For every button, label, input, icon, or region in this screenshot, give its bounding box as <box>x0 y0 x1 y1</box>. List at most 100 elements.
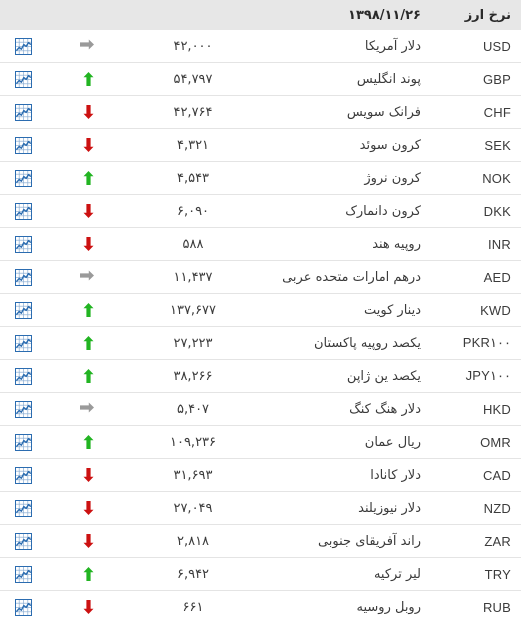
table-row: DKKکرون دانمارک۶,۰۹۰ <box>0 195 521 228</box>
currency-rate-value: ۴۲,۷۶۴ <box>120 96 266 129</box>
chart-link-cell[interactable] <box>0 393 56 426</box>
currency-code: HKD <box>431 393 521 426</box>
arrow-down-icon <box>83 600 94 614</box>
currency-code: NOK <box>431 162 521 195</box>
chart-icon[interactable] <box>15 38 32 55</box>
currency-code: DKK <box>431 195 521 228</box>
chart-icon[interactable] <box>15 335 32 352</box>
chart-link-cell[interactable] <box>0 360 56 393</box>
chart-link-cell[interactable] <box>0 492 56 525</box>
chart-icon[interactable] <box>15 104 32 121</box>
arrow-up-icon <box>83 369 94 383</box>
currency-rate-value: ۴,۳۲۱ <box>120 129 266 162</box>
arrow-right-icon <box>83 270 94 284</box>
currency-name: لیر ترکیه <box>266 558 431 591</box>
chart-icon[interactable] <box>15 566 32 583</box>
currency-rate-value: ۶,۹۴۲ <box>120 558 266 591</box>
chart-icon[interactable] <box>15 533 32 550</box>
table-row: TRYلیر ترکیه۶,۹۴۲ <box>0 558 521 591</box>
currency-code: OMR <box>431 426 521 459</box>
table-row: AEDدرهم امارات متحده عربی۱۱,۴۳۷ <box>0 261 521 294</box>
trend-indicator <box>56 228 120 261</box>
chart-link-cell[interactable] <box>0 261 56 294</box>
chart-link-cell[interactable] <box>0 30 56 63</box>
trend-indicator <box>56 96 120 129</box>
chart-icon[interactable] <box>15 170 32 187</box>
currency-code: NZD <box>431 492 521 525</box>
table-row: RUBروبل روسیه۶۶۱ <box>0 591 521 623</box>
table-row: USDدلار آمریکا۴۲,۰۰۰ <box>0 30 521 63</box>
table-row: GBPپوند انگلیس۵۴,۷۹۷ <box>0 63 521 96</box>
chart-icon[interactable] <box>15 302 32 319</box>
table-row: INRروپیه هند۵۸۸ <box>0 228 521 261</box>
table-header: نرخ ارز ۱۳۹۸/۱۱/۲۶ <box>0 0 521 30</box>
chart-link-cell[interactable] <box>0 525 56 558</box>
chart-link-cell[interactable] <box>0 63 56 96</box>
chart-icon[interactable] <box>15 269 32 286</box>
chart-icon[interactable] <box>15 500 32 517</box>
currency-code: RUB <box>431 591 521 623</box>
trend-indicator <box>56 558 120 591</box>
arrow-up-icon <box>83 435 94 449</box>
table-row: KWDدینار کویت۱۳۷,۶۷۷ <box>0 294 521 327</box>
chart-icon[interactable] <box>15 599 32 616</box>
chart-link-cell[interactable] <box>0 459 56 492</box>
currency-name: دلار کانادا <box>266 459 431 492</box>
arrow-down-icon <box>83 204 94 218</box>
chart-link-cell[interactable] <box>0 195 56 228</box>
chart-icon[interactable] <box>15 368 32 385</box>
currency-code: JPY۱۰۰ <box>431 360 521 393</box>
currency-name: دینار کویت <box>266 294 431 327</box>
currency-code: TRY <box>431 558 521 591</box>
currency-rate-value: ۱۳۷,۶۷۷ <box>120 294 266 327</box>
chart-link-cell[interactable] <box>0 162 56 195</box>
currency-code: SEK <box>431 129 521 162</box>
currency-rate-value: ۶,۰۹۰ <box>120 195 266 228</box>
currency-rate-value: ۴,۵۴۳ <box>120 162 266 195</box>
arrow-down-icon <box>83 105 94 119</box>
currency-code: GBP <box>431 63 521 96</box>
table-row: OMRریال عمان۱۰۹,۲۳۶ <box>0 426 521 459</box>
chart-link-cell[interactable] <box>0 96 56 129</box>
table-row: ZARراند آفریقای جنوبی۲,۸۱۸ <box>0 525 521 558</box>
table-row: PKR۱۰۰یکصد روپیه پاکستان۲۷,۲۲۳ <box>0 327 521 360</box>
arrow-up-icon <box>83 567 94 581</box>
currency-name: دلار آمریکا <box>266 30 431 63</box>
trend-indicator <box>56 525 120 558</box>
currency-rate-value: ۵۴,۷۹۷ <box>120 63 266 96</box>
arrow-down-icon <box>83 138 94 152</box>
trend-indicator <box>56 30 120 63</box>
chart-icon[interactable] <box>15 401 32 418</box>
chart-icon[interactable] <box>15 467 32 484</box>
arrow-down-icon <box>83 237 94 251</box>
table-row: CHFفرانک سویس۴۲,۷۶۴ <box>0 96 521 129</box>
arrow-down-icon <box>83 534 94 548</box>
currency-rate-value: ۲۷,۰۴۹ <box>120 492 266 525</box>
currency-rate-value: ۵,۴۰۷ <box>120 393 266 426</box>
arrow-right-icon <box>83 402 94 416</box>
arrow-down-icon <box>83 501 94 515</box>
chart-link-cell[interactable] <box>0 591 56 623</box>
currency-name: ریال عمان <box>266 426 431 459</box>
exchange-rate-table: نرخ ارز ۱۳۹۸/۱۱/۲۶ USDدلار آمریکا۴۲,۰۰۰G… <box>0 0 521 623</box>
chart-icon[interactable] <box>15 71 32 88</box>
chart-link-cell[interactable] <box>0 129 56 162</box>
header-row: نرخ ارز ۱۳۹۸/۱۱/۲۶ <box>0 0 521 30</box>
chart-icon[interactable] <box>15 203 32 220</box>
chart-icon[interactable] <box>15 434 32 451</box>
chart-link-cell[interactable] <box>0 228 56 261</box>
table-body: USDدلار آمریکا۴۲,۰۰۰GBPپوند انگلیس۵۴,۷۹۷… <box>0 30 521 623</box>
chart-link-cell[interactable] <box>0 327 56 360</box>
chart-link-cell[interactable] <box>0 294 56 327</box>
currency-code: CHF <box>431 96 521 129</box>
currency-rate-value: ۶۶۱ <box>120 591 266 623</box>
table-row: JPY۱۰۰یکصد ین ژاپن۳۸,۲۶۶ <box>0 360 521 393</box>
chart-icon[interactable] <box>15 137 32 154</box>
currency-rate-value: ۳۸,۲۶۶ <box>120 360 266 393</box>
currency-code: USD <box>431 30 521 63</box>
chart-icon[interactable] <box>15 236 32 253</box>
chart-link-cell[interactable] <box>0 558 56 591</box>
arrow-up-icon <box>83 303 94 317</box>
currency-code: INR <box>431 228 521 261</box>
chart-link-cell[interactable] <box>0 426 56 459</box>
